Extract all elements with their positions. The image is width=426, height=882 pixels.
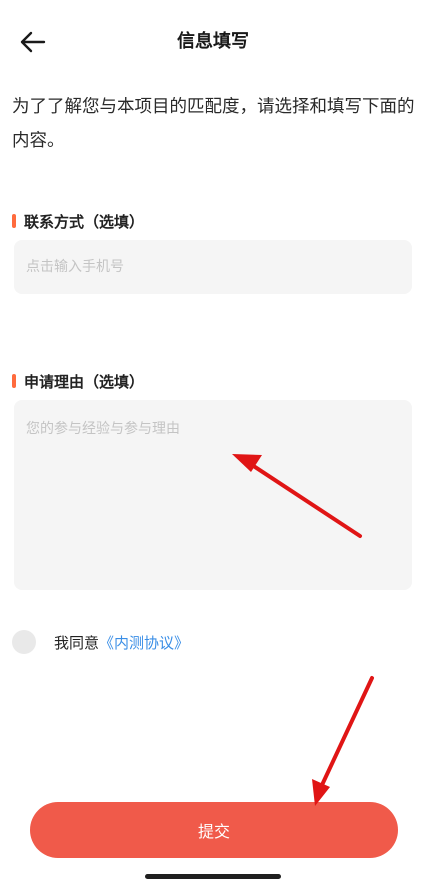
page-title: 信息填写 [177,31,249,52]
agreement-link[interactable]: 《内测协议》 [99,632,189,653]
header: 信息填写 [0,0,426,84]
contact-label: 联系方式（选填） [24,212,145,231]
agree-checkbox[interactable] [12,630,36,654]
label-accent-bar [12,374,16,388]
label-accent-bar [12,214,16,228]
annotation-arrow-icon [312,676,374,806]
reason-textarea[interactable] [14,400,412,590]
agree-text: 我同意 [54,633,100,652]
phone-input[interactable] [14,240,412,294]
agreement-row: 我同意 《内测协议》 [12,628,189,656]
reason-section-label: 申请理由（选填） [12,370,144,392]
intro-text: 为了了解您与本项目的匹配度，请选择和填写下面的内容。 [12,97,415,151]
contact-section-label: 联系方式（选填） [12,210,144,232]
home-indicator [145,874,281,879]
submit-button[interactable]: 提交 [30,802,398,858]
reason-label: 申请理由（选填） [24,372,145,391]
